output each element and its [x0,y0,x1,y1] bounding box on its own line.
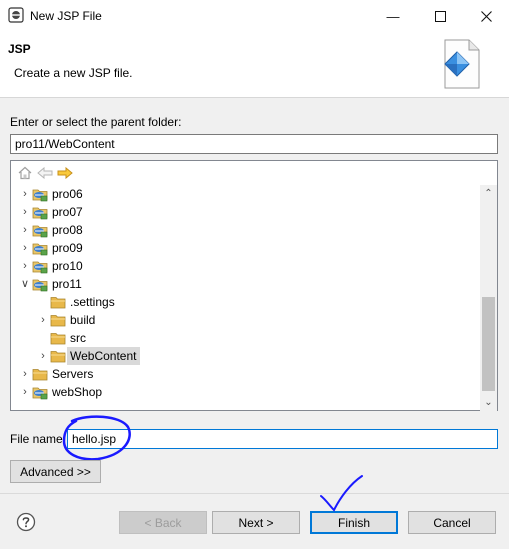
tree-item-label: Servers [52,367,94,381]
tree-item-label: pro10 [52,259,83,273]
tree-item[interactable]: src [11,329,481,347]
folder-icon [32,369,48,381]
window-title: New JSP File [30,9,102,23]
back-arrow-icon [37,167,53,179]
forward-arrow-icon [57,167,73,179]
chevron-right-icon[interactable]: › [19,185,31,203]
tree-item[interactable]: › build [11,311,481,329]
tree-list: › pro06 › pro07 › pro08 › pro09 › pro10 ∨ pro11 .set… [11,185,481,401]
tree-item[interactable]: › pro07 [11,203,481,221]
tree-item[interactable]: › pro08 [11,221,481,239]
home-button[interactable] [17,165,33,181]
chevron-right-icon[interactable]: › [19,383,31,401]
folder-icon [50,315,66,327]
tree-item-label: webShop [52,385,103,399]
title-bar: New JSP File — [0,0,509,32]
wizard-banner: JSP Create a new JSP file. [0,32,509,98]
back-nav-button[interactable] [37,165,53,181]
chevron-right-icon[interactable]: › [19,221,31,239]
minimize-icon: — [386,8,400,24]
file-name-label: File name: [10,432,67,446]
parent-folder-label: Enter or select the parent folder: [10,115,182,129]
project-icon [32,189,48,202]
tree-item[interactable]: › pro09 [11,239,481,257]
tree-toolbar [17,165,73,183]
chevron-down-icon[interactable]: ∨ [19,275,31,293]
tree-item[interactable]: › webShop [11,383,481,401]
scrollbar-thumb[interactable] [482,297,495,391]
folder-icon [50,351,66,363]
tree-item-label: .settings [70,295,115,309]
tree-item-label: pro09 [52,241,83,255]
next-button[interactable]: Next > [212,511,300,534]
chevron-right-icon[interactable]: › [19,239,31,257]
advanced-button[interactable]: Advanced >> [10,460,101,483]
footer-divider [0,493,509,494]
tree-item-label: pro11 [52,277,82,291]
back-button[interactable]: < Back [119,511,207,534]
eclipse-icon [8,7,24,23]
chevron-right-icon[interactable]: › [19,365,31,383]
project-icon [32,279,48,292]
tree-item[interactable]: › pro10 [11,257,481,275]
scroll-down-icon[interactable]: ⌄ [480,397,497,408]
maximize-button[interactable] [417,0,463,32]
chevron-right-icon[interactable]: › [37,311,49,329]
cancel-button[interactable]: Cancel [408,511,496,534]
project-icon [32,225,48,238]
chevron-right-icon[interactable]: › [19,203,31,221]
project-icon [32,207,48,220]
project-icon [32,387,48,400]
project-icon [32,261,48,274]
folder-icon [50,333,66,345]
tree-item-label: pro07 [52,205,83,219]
tree-item-label: pro06 [52,187,83,201]
chevron-right-icon[interactable]: › [37,347,49,365]
banner-description: Create a new JSP file. [14,66,133,80]
close-icon [480,10,492,22]
finish-button[interactable]: Finish [310,511,398,534]
home-icon [18,166,32,180]
tree-item[interactable]: ∨ pro11 [11,275,481,293]
tree-scrollbar[interactable]: ⌃ ⌄ [480,185,497,411]
banner-title: JSP [8,42,31,56]
tree-item-label: pro08 [52,223,83,237]
help-icon[interactable] [16,512,36,532]
parent-folder-input[interactable] [10,134,498,154]
tree-item[interactable]: › Servers [11,365,481,383]
tree-item[interactable]: › WebContent [11,347,481,365]
folder-tree[interactable]: › pro06 › pro07 › pro08 › pro09 › pro10 ∨ pro11 .set… [10,160,498,411]
tree-item[interactable]: .settings [11,293,481,311]
minimize-button[interactable]: — [370,0,416,32]
file-name-input[interactable] [67,429,498,449]
maximize-icon [434,10,446,22]
project-icon [32,243,48,256]
close-button[interactable] [463,0,509,32]
tree-item-label: build [70,313,96,327]
jsp-file-wizard-icon [444,39,480,89]
scroll-up-icon[interactable]: ⌃ [480,188,497,199]
tree-item-label: src [70,331,86,345]
folder-icon [50,297,66,309]
tree-item[interactable]: › pro06 [11,185,481,203]
chevron-right-icon[interactable]: › [19,257,31,275]
tree-item-label: WebContent [67,347,140,365]
forward-nav-button[interactable] [57,165,73,181]
